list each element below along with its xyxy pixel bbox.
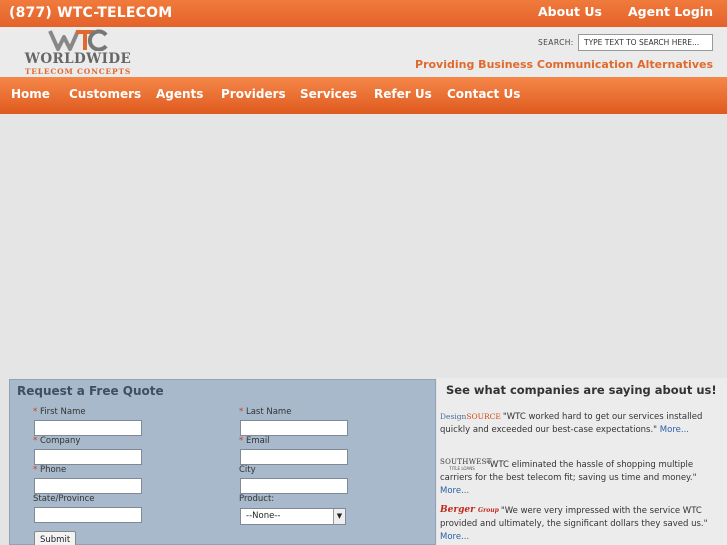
company-label: * Company (33, 436, 81, 446)
email-field[interactable] (240, 449, 348, 465)
search-label: SEARCH: (538, 38, 574, 47)
nav-customers[interactable]: Customers (69, 87, 141, 101)
testimonial-item: SOUTHWEST TITLE LOANS "WTC eliminated the … (440, 458, 724, 498)
wtc-logo[interactable]: WORLDWIDE TELECOM CONCEPTS (22, 29, 134, 76)
city-label: City (239, 465, 256, 475)
email-label: * Email (239, 436, 270, 446)
more-link[interactable]: More... (660, 425, 689, 435)
product-select[interactable]: --None-- ▼ (240, 508, 346, 525)
quote-form-title: Request a Free Quote (17, 384, 164, 398)
nav-services[interactable]: Services (300, 87, 357, 101)
phone-number: (877) WTC-TELECOM (9, 5, 173, 21)
main-nav: Home Customers Agents Providers Services… (0, 77, 727, 114)
quote-form: Request a Free Quote * First Name * Last… (9, 379, 436, 545)
more-link[interactable]: More... (440, 532, 469, 542)
last-name-label: * Last Name (239, 407, 292, 417)
testimonial-item: DesignSOURCE "WTC worked hard to get our … (440, 410, 724, 437)
company-field[interactable] (34, 449, 142, 465)
city-field[interactable] (240, 478, 348, 494)
designsource-logo-icon: DesignSOURCE (440, 412, 501, 421)
logo-subtitle: TELECOM CONCEPTS (24, 67, 132, 76)
last-name-field[interactable] (240, 420, 348, 436)
testimonials-title: See what companies are saying about us! (446, 383, 717, 397)
search-input[interactable] (578, 34, 713, 51)
chevron-down-icon: ▼ (333, 509, 345, 524)
nav-home[interactable]: Home (11, 87, 50, 101)
required-mark: * (239, 436, 244, 446)
logo-wordmark: WORLDWIDE (24, 51, 132, 67)
required-mark: * (33, 436, 38, 446)
state-field[interactable] (34, 507, 142, 523)
header: WORLDWIDE TELECOM CONCEPTS SEARCH: Provi… (0, 27, 727, 77)
phone-field[interactable] (34, 478, 142, 494)
product-label: Product: (239, 494, 275, 504)
berger-group-logo-icon: Berger Group (440, 505, 499, 515)
top-links: About Us Agent Login (538, 4, 713, 19)
wtc-monogram-icon (48, 29, 108, 51)
nav-providers[interactable]: Providers (221, 87, 286, 101)
testimonial-item: Berger Group "We were very impressed with… (440, 504, 724, 544)
nav-refer-us[interactable]: Refer Us (374, 87, 432, 101)
nav-agents[interactable]: Agents (156, 87, 203, 101)
nav-contact-us[interactable]: Contact Us (447, 87, 520, 101)
about-us-link[interactable]: About Us (538, 4, 602, 19)
required-mark: * (239, 407, 244, 417)
state-label: State/Province (33, 494, 95, 504)
tagline: Providing Business Communication Alterna… (415, 58, 713, 71)
phone-label: * Phone (33, 465, 67, 475)
banner-area (0, 114, 727, 378)
top-bar: (877) WTC-TELECOM About Us Agent Login (0, 0, 727, 27)
required-mark: * (33, 465, 38, 475)
agent-login-link[interactable]: Agent Login (628, 4, 713, 19)
first-name-field[interactable] (34, 420, 142, 436)
submit-button[interactable]: Submit (34, 531, 77, 545)
required-mark: * (33, 407, 38, 417)
testimonials-panel: See what companies are saying about us! … (437, 378, 727, 545)
first-name-label: * First Name (33, 407, 86, 417)
product-selected-value: --None-- (246, 511, 281, 521)
southwest-logo-icon: SOUTHWEST TITLE LOANS (440, 458, 492, 471)
more-link[interactable]: More... (440, 486, 469, 496)
